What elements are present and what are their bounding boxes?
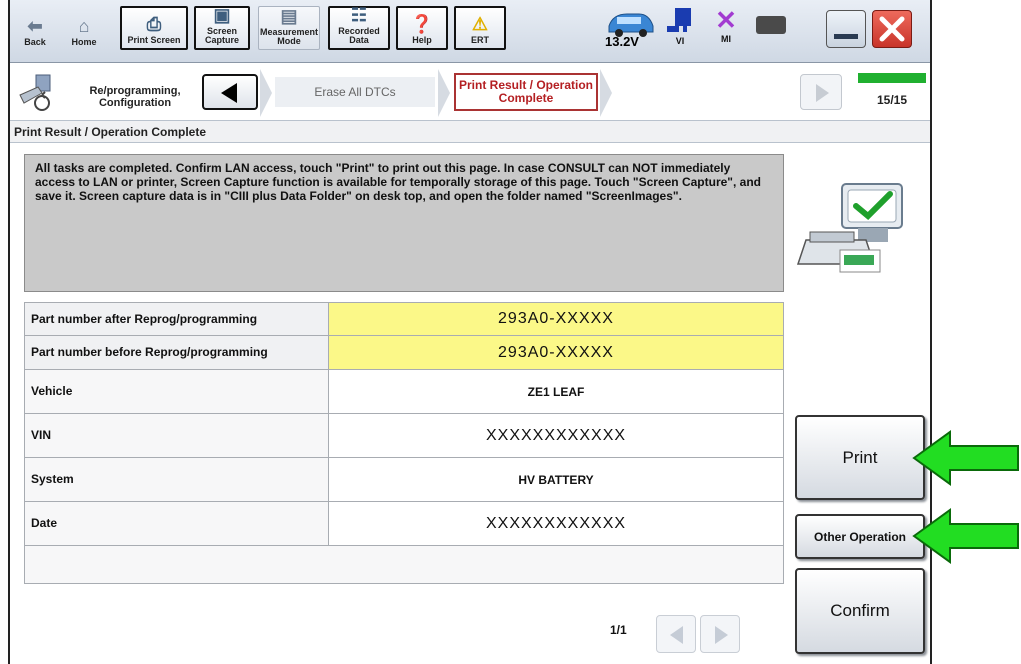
- table-row: Date XXXXXXXXXXXX: [24, 502, 784, 546]
- back-arrow-icon: ⬅: [27, 16, 43, 36]
- vi-connector-icon: [667, 8, 691, 32]
- row-value: XXXXXXXXXXXX: [485, 426, 627, 444]
- back-button[interactable]: ⬅ Back: [14, 6, 56, 50]
- print-screen-label: Print Screen: [127, 35, 181, 45]
- table-row: System HV BATTERY: [24, 458, 784, 502]
- battery-voltage: 13.2V: [605, 34, 639, 49]
- help-label: Help: [412, 35, 432, 45]
- back-label: Back: [24, 37, 46, 47]
- screen-capture-button[interactable]: ▣ Screen Capture: [194, 5, 250, 50]
- pager-text: 1/1: [610, 623, 627, 637]
- screen-capture-label: Screen Capture: [204, 26, 239, 45]
- table-row: Part number before Reprog/programming 29…: [24, 336, 784, 370]
- measurement-mode-label: Measurement Mode: [260, 27, 319, 46]
- chevron-right-icon: [600, 69, 612, 117]
- vi-status: VI: [662, 6, 698, 50]
- home-icon: ⌂: [78, 16, 90, 36]
- minimize-button[interactable]: [826, 10, 866, 48]
- toolbar: ⬅ Back ⌂ Home ⎙ Print Screen ▣ Screen Ca…: [10, 0, 930, 63]
- page-title: Print Result / Operation Complete: [10, 121, 930, 143]
- row-value: 293A0-XXXXX: [329, 336, 783, 369]
- table-row: Part number after Reprog/programming 293…: [24, 302, 784, 336]
- row-label: Part number before Reprog/programming: [25, 336, 329, 369]
- status-indicator: [756, 16, 786, 34]
- home-label: Home: [71, 37, 97, 47]
- app-window: ⬅ Back ⌂ Home ⎙ Print Screen ▣ Screen Ca…: [8, 0, 932, 664]
- recorded-data-button[interactable]: ☷ Recorded Data: [328, 5, 390, 50]
- printer-check-icon: [796, 183, 903, 273]
- recorded-data-label: Recorded Data: [338, 26, 380, 45]
- close-button[interactable]: [872, 10, 912, 48]
- camera-icon: ▣: [213, 5, 231, 25]
- meter-icon: ▤: [280, 6, 298, 26]
- home-button[interactable]: ⌂ Home: [60, 6, 108, 50]
- green-arrow-icon: [912, 508, 1019, 564]
- ert-button[interactable]: ⚠ ERT: [454, 6, 506, 50]
- row-label: Vehicle: [25, 370, 329, 413]
- print-screen-button[interactable]: ⎙ Print Screen: [120, 6, 188, 50]
- close-icon: [879, 16, 905, 42]
- step-current: Print Result / Operation Complete: [454, 73, 598, 111]
- progress-bar: [858, 73, 926, 83]
- left-arrow-icon: [221, 83, 237, 103]
- other-operation-button[interactable]: Other Operation: [795, 514, 925, 559]
- row-value: ZE1 LEAF: [527, 384, 585, 399]
- chevron-right-icon: [260, 69, 272, 117]
- row-label: Part number after Reprog/programming: [25, 303, 329, 335]
- right-arrow-icon: [816, 84, 829, 102]
- step-erase-all-dtcs: Erase All DTCs: [275, 77, 435, 107]
- step-back-button[interactable]: [202, 74, 258, 110]
- pager-next-button[interactable]: [700, 615, 740, 653]
- row-value: XXXXXXXXXXXX: [485, 514, 627, 532]
- mi-label: MI: [721, 34, 731, 44]
- vi-label: VI: [675, 36, 685, 46]
- minimize-icon: [834, 34, 858, 39]
- row-label: Date: [25, 502, 329, 545]
- pager-prev-button[interactable]: [656, 615, 696, 653]
- row-value: 293A0-XXXXX: [329, 303, 783, 335]
- row-label: System: [25, 458, 329, 501]
- row-label: VIN: [25, 414, 329, 457]
- help-icon: ❓: [410, 14, 434, 34]
- ert-label: ERT: [471, 35, 489, 45]
- table-row: Vehicle ZE1 LEAF: [24, 370, 784, 414]
- table-row-empty: [24, 546, 784, 584]
- mi-status: ✕ MI: [708, 6, 744, 50]
- section-label: Re/programming, Configuration: [89, 85, 181, 109]
- printer-icon: ⎙: [146, 14, 162, 34]
- instruction-message: All tasks are completed. Confirm LAN acc…: [24, 154, 784, 292]
- reprogramming-icon: [19, 74, 51, 111]
- measurement-mode-button[interactable]: ▤ Measurement Mode: [258, 6, 320, 50]
- mi-cross-icon: ✕: [715, 5, 737, 35]
- green-arrow-icon: [912, 430, 1019, 486]
- recorded-data-icon: ☷: [350, 5, 368, 25]
- help-button[interactable]: ❓ Help: [396, 6, 448, 50]
- table-row: VIN XXXXXXXXXXXX: [24, 414, 784, 458]
- print-button[interactable]: Print: [795, 415, 925, 500]
- row-value: HV BATTERY: [518, 472, 594, 487]
- page-count: 15/15: [876, 93, 908, 107]
- right-arrow-icon: [715, 626, 728, 644]
- confirm-button[interactable]: Confirm: [795, 568, 925, 654]
- chevron-right-icon: [438, 69, 450, 117]
- warning-icon: ⚠: [471, 14, 489, 34]
- left-arrow-icon: [670, 626, 683, 644]
- breadcrumb: Re/programming, Configuration Erase All …: [10, 63, 930, 121]
- pager: 1/1: [24, 615, 784, 661]
- step-forward-button[interactable]: [800, 74, 842, 110]
